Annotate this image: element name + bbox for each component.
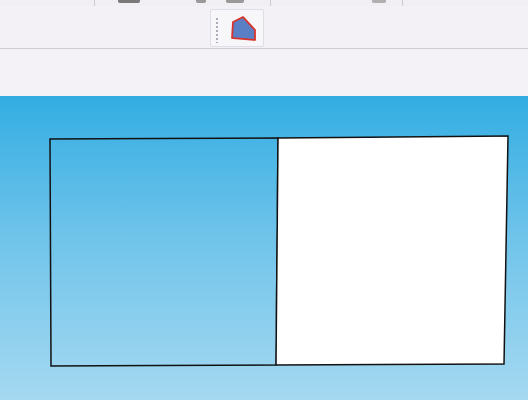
toolbar-button-fragment[interactable] [118,0,140,3]
shape-tool-button[interactable] [228,15,258,43]
toolbar-button-fragment[interactable] [196,0,206,3]
toolbar-button-fragment[interactable] [226,0,244,3]
canvas-drawing [49,135,509,367]
toolbar-grip-handle[interactable] [215,17,219,43]
right-rectangle-shape[interactable] [275,135,509,366]
polygon-shape-icon [231,16,256,41]
shape-toolbar [0,6,528,49]
drawing-canvas[interactable] [0,96,528,400]
shape-tool-group [210,9,264,47]
left-rectangle-shape[interactable] [49,137,279,367]
toolbar-button-fragment[interactable] [372,0,386,3]
secondary-toolbar [0,49,528,96]
app-window [0,0,528,400]
